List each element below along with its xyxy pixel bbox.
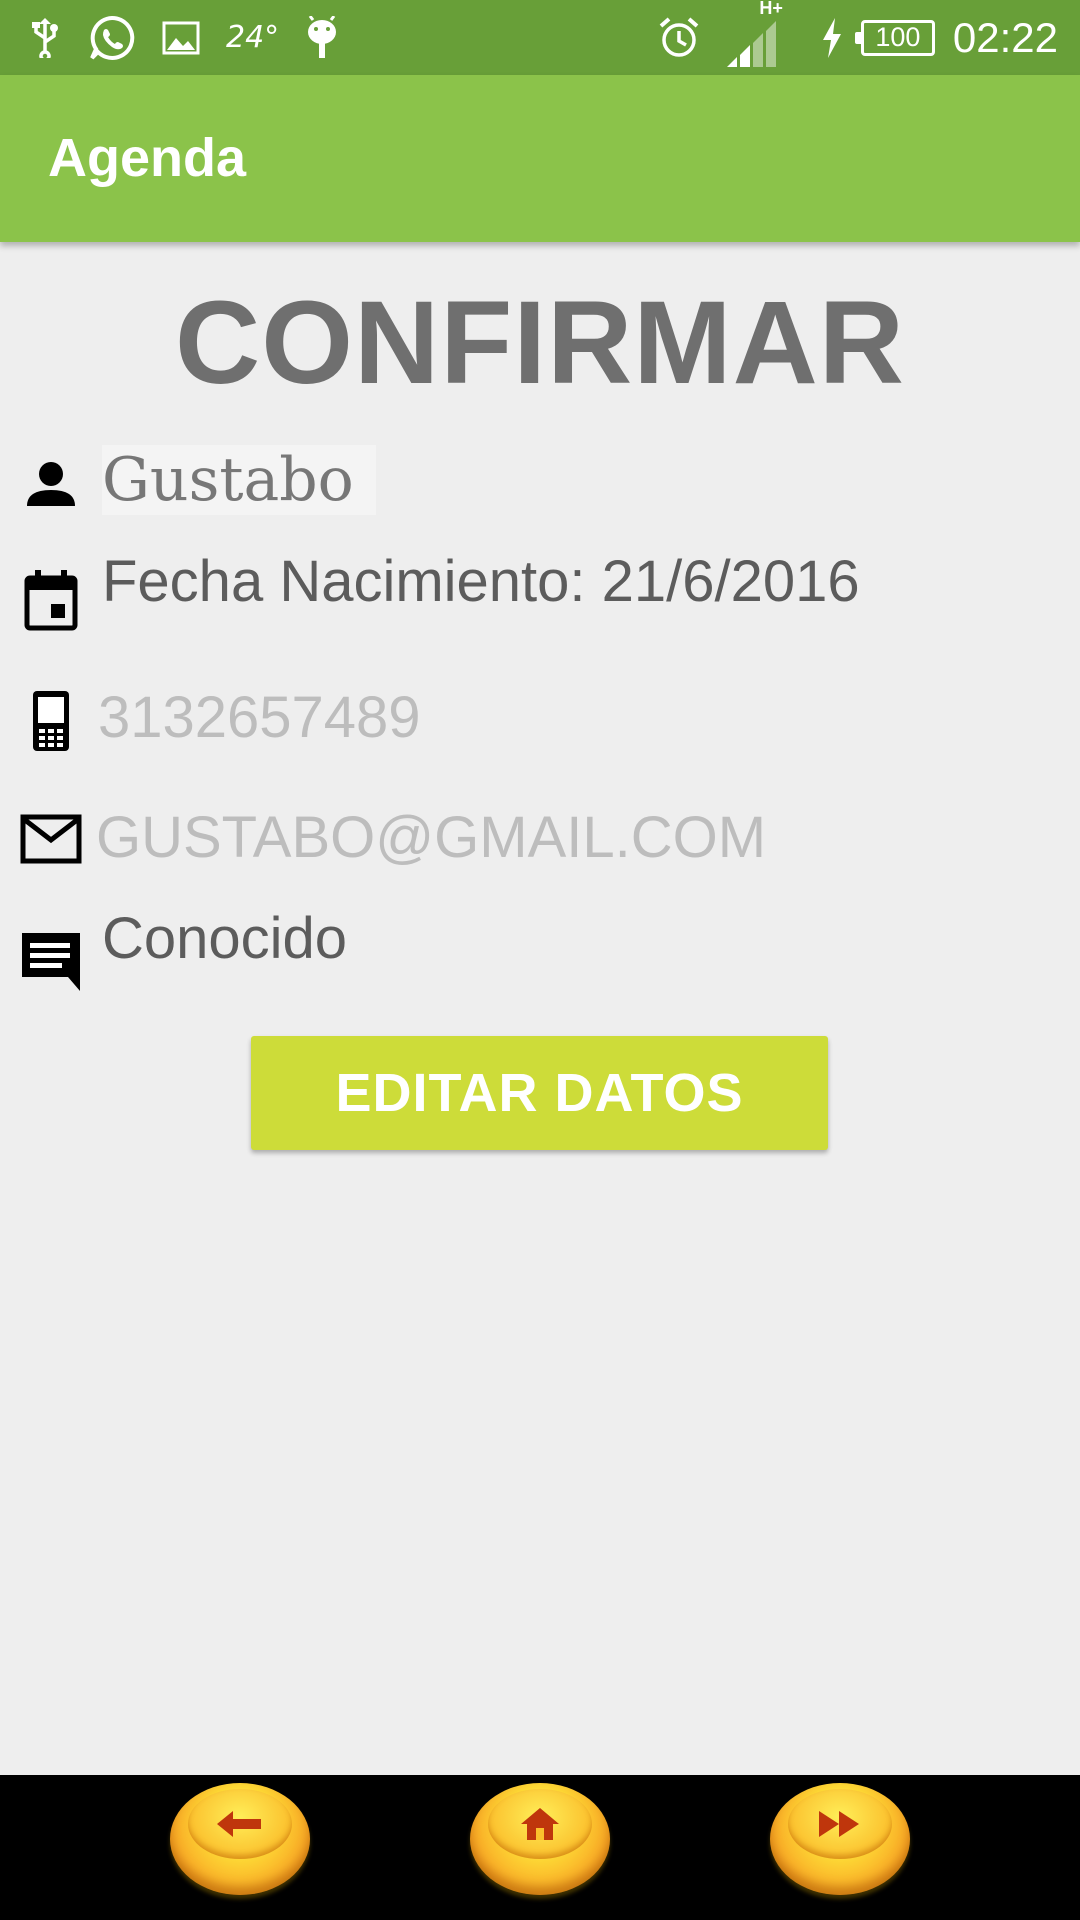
phone-row: 3132657489 bbox=[0, 680, 1080, 770]
page-title: CONFIRMAR bbox=[174, 277, 906, 409]
email-icon bbox=[18, 806, 84, 872]
note-text: Conocido bbox=[102, 906, 348, 971]
app-toolbar: Agenda bbox=[0, 75, 1080, 242]
email-field[interactable]: GUSTABO@GMAIL.COM bbox=[96, 804, 766, 871]
birth-date-row: Fecha Nacimiento: 21/6/2016 bbox=[0, 548, 1080, 638]
mobile-phone-icon bbox=[18, 688, 84, 754]
android-debug-icon bbox=[305, 0, 339, 75]
whatsapp-icon bbox=[88, 0, 136, 75]
notification-icons: 24° bbox=[28, 0, 339, 75]
toolbar-title: Agenda bbox=[48, 128, 247, 188]
system-icons: H+ 100 02:22 bbox=[657, 0, 1058, 75]
person-icon bbox=[18, 451, 84, 517]
fast-forward-icon bbox=[788, 1789, 892, 1859]
edit-data-button[interactable]: EDITAR DATOS bbox=[251, 1036, 828, 1150]
clock-text: 02:22 bbox=[952, 13, 1058, 61]
image-icon bbox=[162, 0, 200, 75]
home-button[interactable] bbox=[470, 1783, 610, 1895]
arrow-left-icon bbox=[188, 1789, 292, 1859]
forward-button[interactable] bbox=[770, 1783, 910, 1895]
home-icon bbox=[488, 1789, 592, 1859]
signal-icon: H+ bbox=[719, 0, 783, 75]
alarm-icon bbox=[657, 0, 701, 75]
network-type-text: H+ bbox=[759, 0, 783, 18]
bottom-navigation bbox=[0, 1775, 1080, 1920]
email-row: GUSTABO@GMAIL.COM bbox=[0, 802, 1080, 892]
phone-field[interactable]: 3132657489 bbox=[98, 684, 421, 751]
back-button[interactable] bbox=[170, 1783, 310, 1895]
status-bar: 24° H+ 100 02:22 bbox=[0, 0, 1080, 75]
calendar-icon bbox=[18, 568, 84, 634]
comment-icon bbox=[18, 929, 84, 995]
battery-icon: 100 bbox=[854, 19, 935, 56]
battery-level-text: 100 bbox=[875, 22, 921, 52]
usb-icon bbox=[28, 0, 62, 75]
temperature-text: 24° bbox=[226, 20, 280, 55]
name-row: Gustabo bbox=[0, 445, 1080, 525]
birth-date-text: Fecha Nacimiento: 21/6/2016 bbox=[102, 549, 860, 614]
contact-name[interactable]: Gustabo bbox=[102, 445, 376, 515]
note-row: Conocido bbox=[0, 905, 1080, 995]
charging-icon bbox=[821, 0, 843, 75]
